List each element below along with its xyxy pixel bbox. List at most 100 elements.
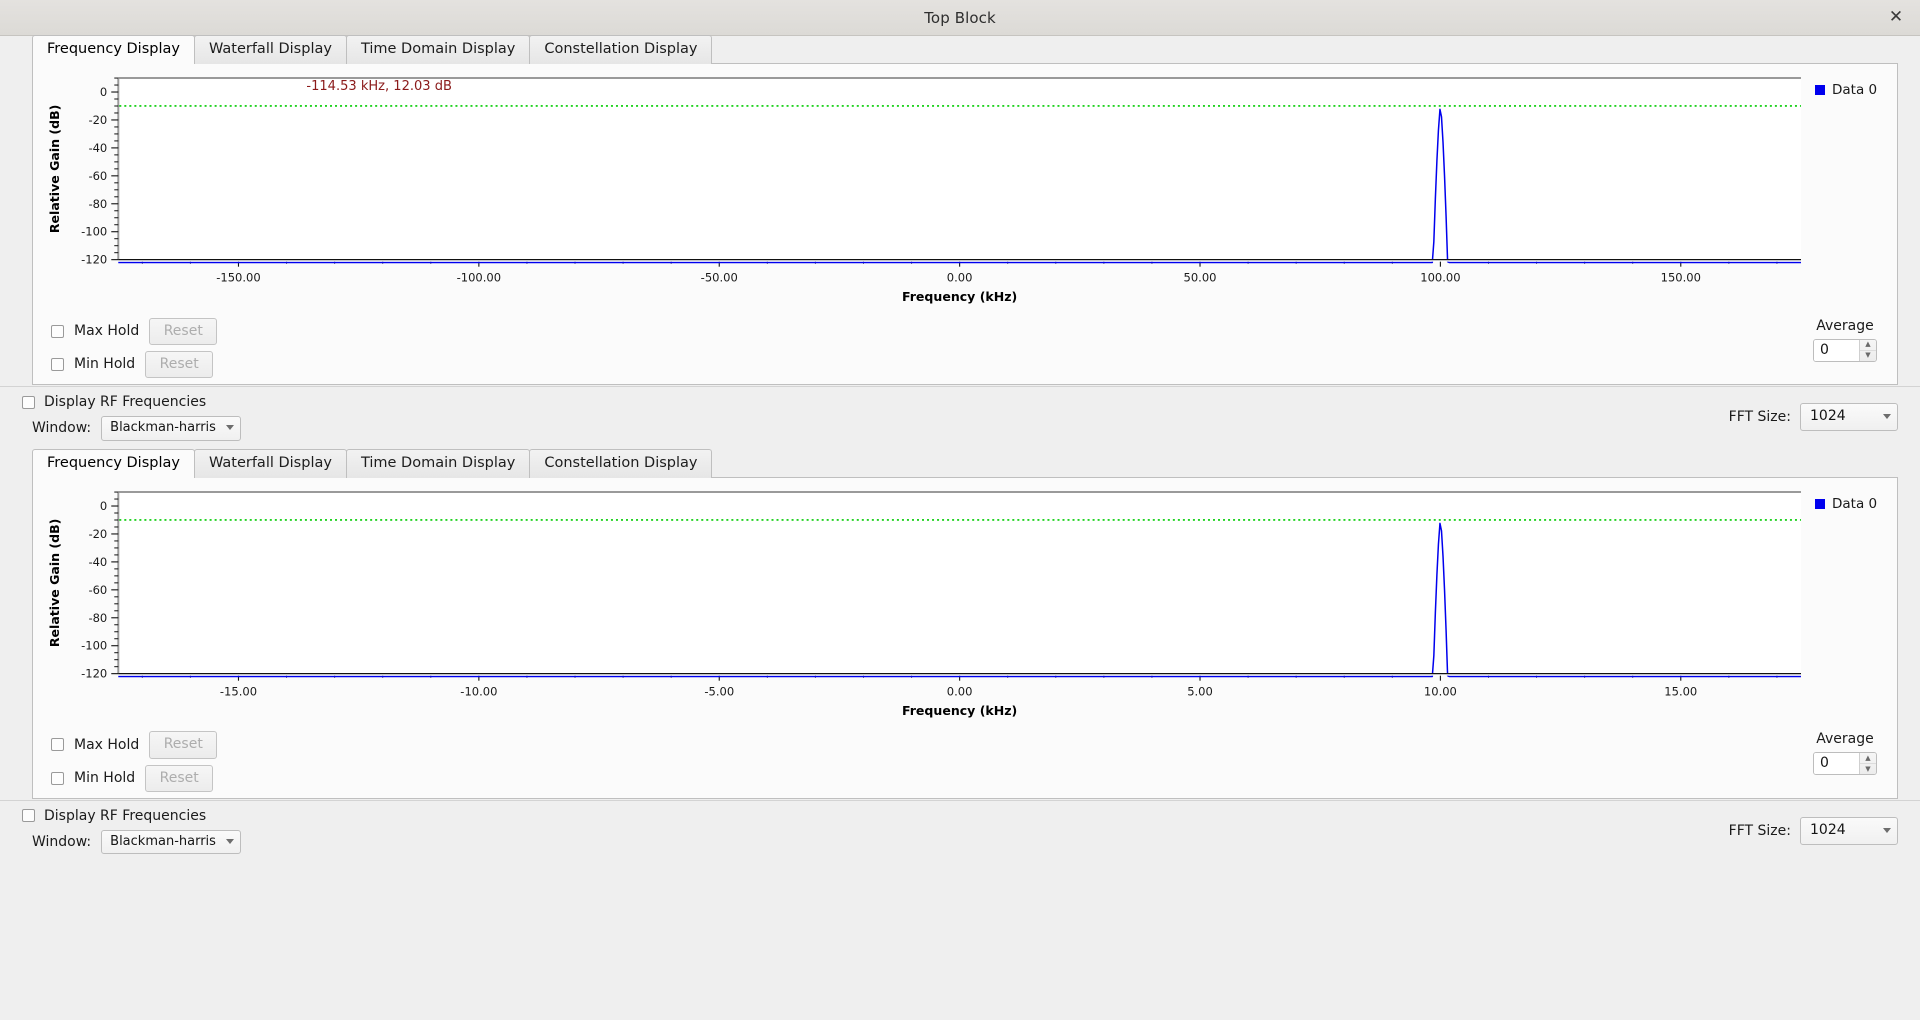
fft-size-row-bottom: FFT Size: 1024 (1729, 817, 1898, 845)
min-hold-label[interactable]: Min Hold (74, 356, 135, 372)
window-label-2: Window: (32, 833, 92, 850)
svg-text:0.00: 0.00 (947, 684, 973, 698)
window-select[interactable]: Blackman-harris (101, 416, 241, 441)
svg-text:-100: -100 (81, 638, 107, 652)
average-control-top: Average 0 ▲ ▼ (1813, 318, 1883, 362)
svg-text:-120: -120 (81, 253, 107, 267)
max-hold-reset-button-2[interactable]: Reset (149, 731, 218, 759)
tabpage-top: 0 -20 -40 -60 -80 -100 -120 Relative Gain (dB) -… (32, 63, 1898, 386)
display-rf-frequencies-checkbox[interactable] (22, 395, 35, 409)
tab-constellation-display[interactable]: Constellation Display (529, 35, 713, 64)
max-hold-checkbox-2[interactable] (51, 738, 64, 752)
min-hold-row-bottom: Min Hold Reset (51, 764, 217, 792)
plot-canvas-bottom[interactable]: 0 -20 -40 -60 -80 -100 -120 Relative Gain (dB) -… (33, 478, 1809, 724)
svg-text:Relative Gain (dB): Relative Gain (dB) (47, 105, 62, 234)
legend-entry-data0[interactable]: Data 0 (1815, 82, 1877, 98)
tab-time-domain-display[interactable]: Time Domain Display (345, 35, 531, 64)
chevron-down-icon (1883, 414, 1891, 420)
svg-text:-120: -120 (81, 666, 107, 680)
svg-text:-50.00: -50.00 (701, 271, 738, 285)
fft-size-select[interactable]: 1024 (1800, 403, 1898, 432)
svg-text:0: 0 (100, 85, 107, 99)
display-rf-row-top: Display RF Frequencies (22, 394, 241, 410)
window-select-2[interactable]: Blackman-harris (101, 829, 241, 855)
svg-text:-60: -60 (88, 582, 107, 596)
legend-top: Data 0 (1809, 64, 1897, 310)
min-hold-checkbox-2[interactable] (51, 771, 64, 785)
fft-size-value: 1024 (1810, 408, 1846, 425)
max-hold-label[interactable]: Max Hold (74, 323, 139, 339)
tab-frequency-display-2[interactable]: Frequency Display (32, 448, 195, 478)
svg-text:Relative Gain (dB): Relative Gain (dB) (47, 518, 62, 647)
min-hold-checkbox[interactable] (51, 357, 64, 371)
plot-row-top: 0 -20 -40 -60 -80 -100 -120 Relative Gain (dB) -… (33, 64, 1897, 310)
svg-text:-114.53 kHz, 12.03 dB: -114.53 kHz, 12.03 dB (306, 79, 452, 94)
panel-top: Frequency Display Waterfall Display Time… (0, 35, 1920, 450)
chevron-down-icon (1883, 827, 1891, 833)
svg-text:-40: -40 (88, 555, 107, 569)
min-hold-reset-button[interactable]: Reset (145, 350, 214, 379)
svg-text:-100.00: -100.00 (457, 271, 501, 285)
min-hold-label-2[interactable]: Min Hold (74, 770, 135, 786)
display-rf-frequencies-label[interactable]: Display RF Frequencies (44, 394, 206, 410)
svg-text:-150.00: -150.00 (216, 271, 260, 285)
average-increment-icon-2[interactable]: ▲ (1860, 753, 1876, 765)
display-rf-frequencies-checkbox-2[interactable] (22, 809, 35, 823)
average-stepper[interactable]: 0 ▲ ▼ (1813, 338, 1877, 362)
average-stepper-buttons-2: ▲ ▼ (1859, 753, 1876, 775)
tab-waterfall-display[interactable]: Waterfall Display (193, 35, 347, 64)
svg-text:15.00: 15.00 (1664, 684, 1697, 698)
svg-text:-15.00: -15.00 (220, 684, 257, 698)
plot-controls-top: Max Hold Reset Min Hold Reset Average 0 (33, 310, 1897, 384)
average-label-2: Average (1816, 731, 1874, 748)
plot-canvas-top[interactable]: 0 -20 -40 -60 -80 -100 -120 Relative Gain (dB) -… (33, 64, 1809, 310)
svg-text:-60: -60 (88, 169, 107, 183)
chevron-down-icon (225, 838, 234, 844)
tabbar-top: Frequency Display Waterfall Display Time… (0, 35, 1920, 64)
max-hold-checkbox[interactable] (51, 324, 64, 338)
min-hold-reset-button-2[interactable]: Reset (145, 764, 214, 792)
svg-text:-80: -80 (88, 610, 107, 624)
fft-size-select-2[interactable]: 1024 (1800, 817, 1898, 845)
bottom-bar-bottom: Display RF Frequencies Window: Blackman-… (0, 799, 1920, 864)
window-titlebar: Top Block ✕ (0, 0, 1920, 36)
svg-text:-80: -80 (88, 197, 107, 211)
average-control-bottom: Average 0 ▲ ▼ (1813, 731, 1883, 776)
display-rf-row-bottom: Display RF Frequencies (22, 808, 241, 824)
max-hold-row-bottom: Max Hold Reset (51, 731, 218, 759)
average-decrement-icon-2[interactable]: ▼ (1860, 764, 1876, 774)
svg-text:-20: -20 (88, 527, 107, 541)
fft-size-row-top: FFT Size: 1024 (1729, 403, 1898, 432)
legend-bottom: Data 0 (1809, 478, 1897, 724)
max-hold-reset-button[interactable]: Reset (149, 317, 218, 345)
display-rf-frequencies-label-2[interactable]: Display RF Frequencies (44, 808, 206, 824)
average-increment-icon[interactable]: ▲ (1860, 340, 1876, 351)
average-stepper-2[interactable]: 0 ▲ ▼ (1813, 752, 1877, 776)
plot-frequency-top[interactable]: 0 -20 -40 -60 -80 -100 -120 Relative Gain (dB) -… (33, 64, 1809, 310)
fft-size-label-2: FFT Size: (1728, 822, 1791, 839)
tab-constellation-display-2[interactable]: Constellation Display (529, 448, 713, 478)
panel-bottom: Frequency Display Waterfall Display Time… (0, 448, 1920, 864)
svg-text:Frequency (kHz): Frequency (kHz) (902, 702, 1017, 717)
plot-controls-bottom: Max Hold Reset Min Hold Reset Average 0 (33, 723, 1897, 797)
hold-controls-bottom: Max Hold Reset Min Hold Reset (51, 731, 218, 792)
tabpage-bottom: 0 -20 -40 -60 -80 -100 -120 Relative Gain (dB) -… (32, 476, 1898, 799)
average-value[interactable]: 0 (1814, 339, 1859, 361)
max-hold-row-top: Max Hold Reset (51, 317, 218, 345)
tab-waterfall-display-2[interactable]: Waterfall Display (193, 448, 347, 478)
tab-frequency-display[interactable]: Frequency Display (32, 35, 195, 64)
legend-entry-data0-2[interactable]: Data 0 (1815, 496, 1877, 512)
window-select-value: Blackman-harris (110, 420, 216, 436)
tab-time-domain-display-2[interactable]: Time Domain Display (345, 448, 531, 478)
svg-text:150.00: 150.00 (1661, 271, 1701, 285)
svg-text:-20: -20 (88, 113, 107, 127)
average-decrement-icon[interactable]: ▼ (1860, 351, 1876, 361)
close-icon[interactable]: ✕ (1882, 4, 1910, 32)
plot-frequency-bottom[interactable]: 0 -20 -40 -60 -80 -100 -120 Relative Gain (dB) -… (33, 478, 1809, 724)
max-hold-label-2[interactable]: Max Hold (74, 737, 139, 753)
plot-row-bottom: 0 -20 -40 -60 -80 -100 -120 Relative Gain (dB) -… (33, 478, 1897, 724)
average-value-2[interactable]: 0 (1814, 753, 1859, 775)
average-stepper-buttons: ▲ ▼ (1859, 339, 1876, 361)
svg-text:100.00: 100.00 (1420, 271, 1460, 285)
min-hold-row-top: Min Hold Reset (51, 350, 217, 379)
